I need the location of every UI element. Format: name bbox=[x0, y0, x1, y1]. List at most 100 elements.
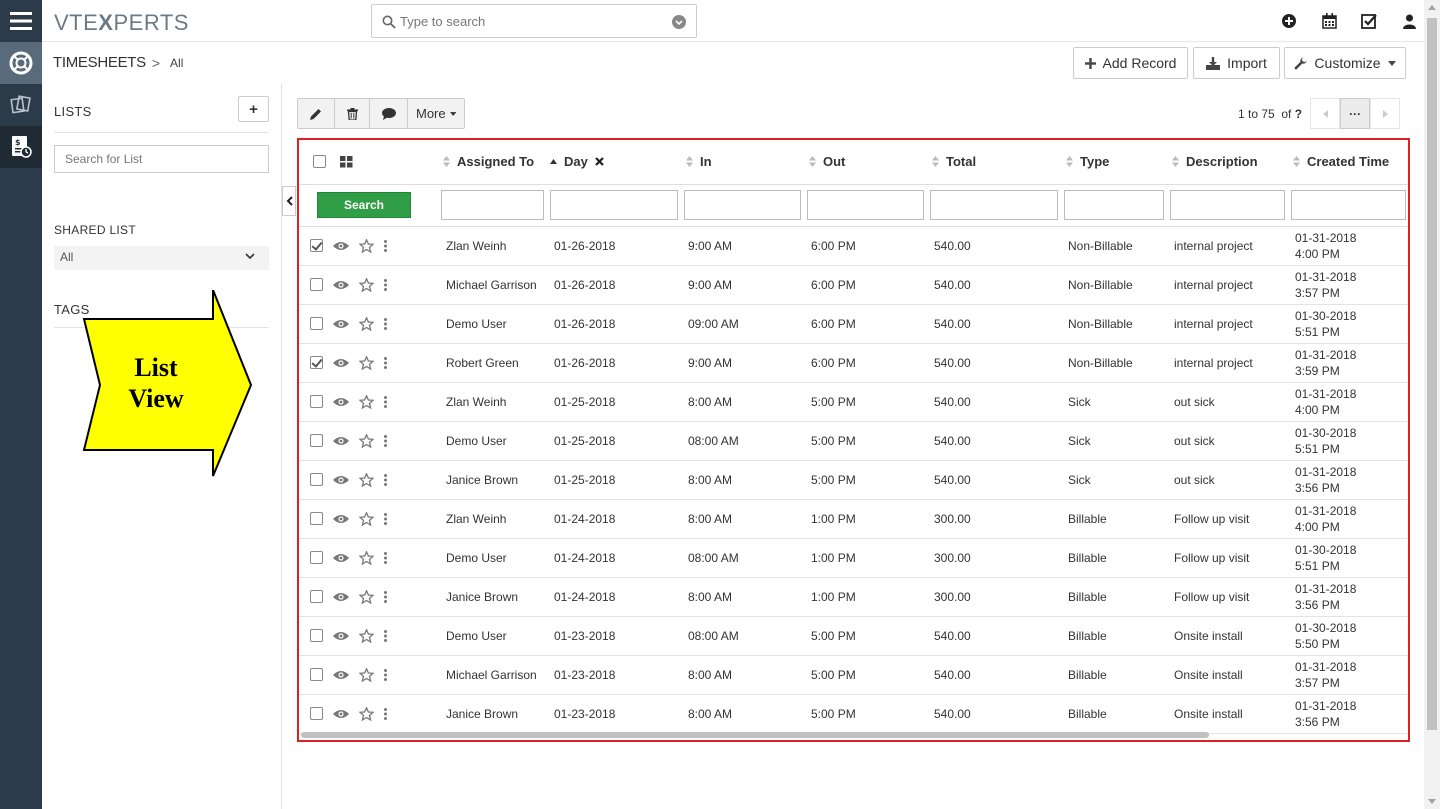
next-page-button[interactable] bbox=[1370, 98, 1401, 129]
grid-view-icon[interactable] bbox=[340, 155, 353, 168]
filter-input-out[interactable] bbox=[807, 190, 924, 220]
more-vertical-icon[interactable] bbox=[384, 707, 387, 720]
collapse-panel-button[interactable] bbox=[282, 186, 296, 216]
table-row[interactable]: Zlan Weinh 01-25-2018 8:00 AM 5:00 PM 540.00… bbox=[299, 382, 1408, 422]
table-row[interactable]: Robert Green 01-26-2018 9:00 AM 6:00 PM 540.… bbox=[299, 343, 1408, 383]
table-row[interactable]: Janice Brown 01-23-2018 8:00 AM 5:00 PM 540.… bbox=[299, 694, 1408, 734]
cell-type[interactable]: Non-Billable bbox=[1058, 226, 1164, 266]
clear-sort-icon[interactable] bbox=[595, 154, 604, 169]
list-search-input[interactable] bbox=[54, 145, 269, 173]
cell-assigned[interactable]: Michael Garrison bbox=[435, 655, 544, 695]
cell-assigned[interactable]: Janice Brown bbox=[435, 694, 544, 734]
table-row[interactable]: Demo User 01-25-2018 08:00 AM 5:00 PM 540.00… bbox=[299, 421, 1408, 461]
eye-icon[interactable] bbox=[333, 397, 349, 407]
eye-icon[interactable] bbox=[333, 475, 349, 485]
cell-type[interactable]: Non-Billable bbox=[1058, 265, 1164, 305]
eye-icon[interactable] bbox=[333, 319, 349, 329]
row-checkbox[interactable] bbox=[310, 707, 323, 720]
cell-type[interactable]: Non-Billable bbox=[1058, 304, 1164, 344]
table-row[interactable]: Demo User 01-24-2018 08:00 AM 1:00 PM 300.00… bbox=[299, 538, 1408, 578]
sort-icon[interactable] bbox=[932, 156, 939, 168]
eye-icon[interactable] bbox=[333, 670, 349, 680]
eye-icon[interactable] bbox=[333, 241, 349, 251]
timesheet-icon[interactable]: $ bbox=[0, 126, 42, 168]
horizontal-scrollbar[interactable] bbox=[301, 732, 1209, 738]
calendar-icon[interactable] bbox=[1320, 13, 1338, 29]
star-icon[interactable] bbox=[359, 316, 374, 331]
projects-icon[interactable] bbox=[0, 84, 42, 126]
support-icon[interactable] bbox=[0, 42, 42, 84]
eye-icon[interactable] bbox=[333, 631, 349, 641]
filter-input-total[interactable] bbox=[930, 190, 1058, 220]
row-checkbox[interactable] bbox=[310, 434, 323, 447]
cell-assigned[interactable]: Zlan Weinh bbox=[435, 499, 544, 539]
cell-type[interactable]: Billable bbox=[1058, 694, 1164, 734]
edit-button[interactable] bbox=[298, 99, 335, 128]
filter-input-description[interactable] bbox=[1170, 190, 1285, 220]
select-all-checkbox[interactable] bbox=[313, 155, 326, 169]
eye-icon[interactable] bbox=[333, 280, 349, 290]
module-title[interactable]: TIMESHEETS bbox=[53, 54, 146, 71]
column-header-in[interactable]: In bbox=[678, 140, 801, 185]
more-vertical-icon[interactable] bbox=[384, 551, 387, 564]
cell-assigned[interactable]: Demo User bbox=[435, 421, 544, 461]
cell-assigned[interactable]: Zlan Weinh bbox=[435, 382, 544, 422]
star-icon[interactable] bbox=[359, 589, 374, 604]
row-checkbox[interactable] bbox=[310, 356, 323, 369]
shared-list-select[interactable]: All bbox=[54, 246, 269, 270]
row-checkbox[interactable] bbox=[310, 512, 323, 525]
row-checkbox[interactable] bbox=[310, 317, 323, 330]
sort-asc-icon[interactable] bbox=[550, 159, 557, 165]
cell-assigned[interactable]: Demo User bbox=[435, 538, 544, 578]
cell-assigned[interactable]: Demo User bbox=[435, 616, 544, 656]
table-row[interactable]: Demo User 01-26-2018 09:00 AM 6:00 PM 540.00… bbox=[299, 304, 1408, 344]
customize-button[interactable]: Customize bbox=[1284, 47, 1406, 79]
row-checkbox[interactable] bbox=[310, 278, 323, 291]
cell-type[interactable]: Sick bbox=[1058, 382, 1164, 422]
more-dropdown[interactable]: More bbox=[408, 99, 464, 128]
column-header-total[interactable]: Total bbox=[924, 140, 1058, 185]
tasks-icon[interactable] bbox=[1360, 13, 1378, 29]
cell-type[interactable]: Billable bbox=[1058, 655, 1164, 695]
column-header-day[interactable]: Day bbox=[544, 140, 678, 185]
filter-input-created-time[interactable] bbox=[1291, 190, 1406, 220]
search-button[interactable]: Search bbox=[317, 192, 411, 218]
row-checkbox[interactable] bbox=[310, 395, 323, 408]
table-row[interactable]: Janice Brown 01-24-2018 8:00 AM 1:00 PM 300.… bbox=[299, 577, 1408, 617]
cell-type[interactable]: Billable bbox=[1058, 577, 1164, 617]
star-icon[interactable] bbox=[359, 550, 374, 565]
sort-icon[interactable] bbox=[1172, 156, 1179, 168]
filter-input-in[interactable] bbox=[684, 190, 801, 220]
column-header-type[interactable]: Type bbox=[1058, 140, 1164, 185]
scroll-up-icon[interactable] bbox=[1428, 5, 1436, 10]
row-checkbox[interactable] bbox=[310, 473, 323, 486]
row-checkbox[interactable] bbox=[310, 239, 323, 252]
cell-assigned[interactable]: Michael Garrison bbox=[435, 265, 544, 305]
column-header-assigned-to[interactable]: Assigned To bbox=[435, 140, 544, 185]
eye-icon[interactable] bbox=[333, 592, 349, 602]
more-vertical-icon[interactable] bbox=[384, 434, 387, 447]
column-header-description[interactable]: Description bbox=[1164, 140, 1285, 185]
star-icon[interactable] bbox=[359, 394, 374, 409]
current-filter[interactable]: All bbox=[170, 56, 183, 70]
more-vertical-icon[interactable] bbox=[384, 629, 387, 642]
filter-input-day[interactable] bbox=[550, 190, 678, 220]
row-checkbox[interactable] bbox=[310, 551, 323, 564]
vertical-scrollbar[interactable] bbox=[1424, 0, 1440, 809]
more-vertical-icon[interactable] bbox=[384, 278, 387, 291]
cell-assigned[interactable]: Janice Brown bbox=[435, 577, 544, 617]
cell-assigned[interactable]: Demo User bbox=[435, 304, 544, 344]
star-icon[interactable] bbox=[359, 433, 374, 448]
star-icon[interactable] bbox=[359, 355, 374, 370]
star-icon[interactable] bbox=[359, 628, 374, 643]
global-search[interactable] bbox=[371, 4, 697, 38]
star-icon[interactable] bbox=[359, 706, 374, 721]
table-row[interactable]: Zlan Weinh 01-24-2018 8:00 AM 1:00 PM 300.00… bbox=[299, 499, 1408, 539]
star-icon[interactable] bbox=[359, 472, 374, 487]
filter-input-type[interactable] bbox=[1064, 190, 1164, 220]
sort-icon[interactable] bbox=[686, 156, 693, 168]
scroll-thumb[interactable] bbox=[1427, 18, 1437, 730]
sort-icon[interactable] bbox=[809, 156, 816, 168]
user-icon[interactable] bbox=[1400, 13, 1418, 29]
page-jump-button[interactable]: ··· bbox=[1340, 98, 1371, 129]
